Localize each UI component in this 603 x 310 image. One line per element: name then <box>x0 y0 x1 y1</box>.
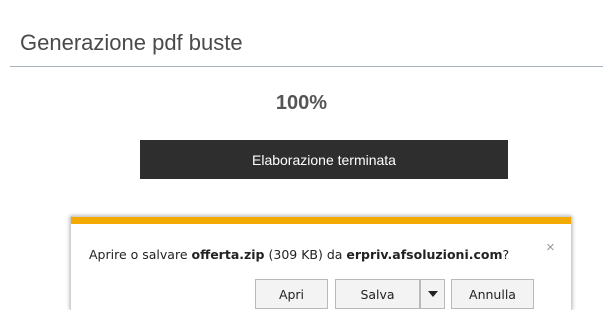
file-name: offerta.zip <box>191 247 265 262</box>
status-text: Elaborazione terminata <box>252 151 396 168</box>
file-size: (309 KB) da <box>264 247 347 262</box>
message-suffix: ? <box>502 247 510 262</box>
download-accent-strip <box>71 217 571 224</box>
close-icon[interactable]: × <box>546 239 555 256</box>
site-name: erpriv.afsoluzioni.com <box>346 247 503 262</box>
cancel-button[interactable]: Annulla <box>451 279 534 309</box>
open-button-label: Apri <box>278 286 305 302</box>
title-divider <box>10 66 603 67</box>
chevron-down-icon <box>427 291 438 297</box>
open-button[interactable]: Apri <box>255 279 328 309</box>
download-notification-bar: Aprire o salvare offerta.zip (309 KB) da… <box>70 216 572 310</box>
progress-percent: 100% <box>275 92 328 114</box>
page-title: Generazione pdf buste <box>20 30 243 55</box>
download-message: Aprire o salvare offerta.zip (309 KB) da… <box>89 247 509 262</box>
message-prefix: Aprire o salvare <box>89 247 192 262</box>
cancel-button-label: Annulla <box>469 286 516 302</box>
save-button[interactable]: Salva <box>335 279 420 309</box>
save-button-label: Salva <box>360 286 395 302</box>
save-options-dropdown-button[interactable] <box>420 279 445 309</box>
status-bar: Elaborazione terminata <box>140 140 508 179</box>
